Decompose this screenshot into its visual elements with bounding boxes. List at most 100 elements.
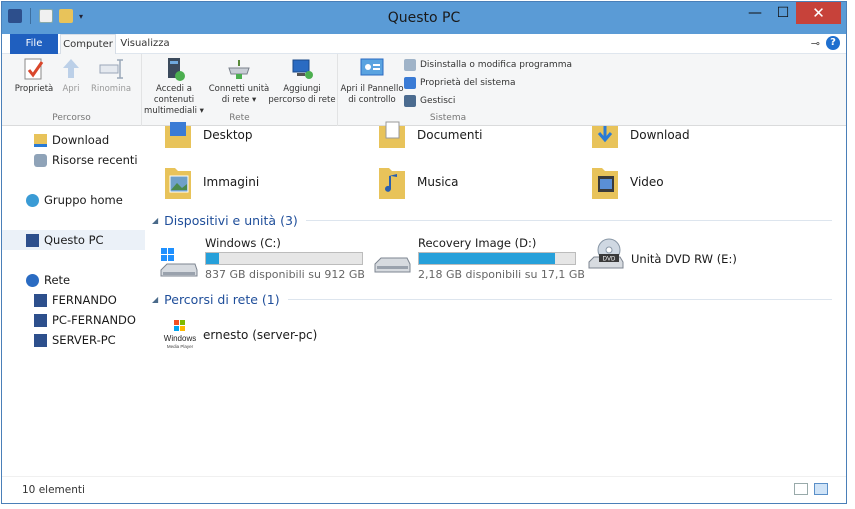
windows-media-player-icon: Windows Media Player — [163, 318, 197, 352]
group-rete: Accedi a contenuti multimediali ▾ Connet… — [142, 54, 338, 126]
svg-text:Windows: Windows — [164, 334, 196, 343]
section-divider — [305, 220, 832, 221]
nav-item-recent[interactable]: Risorse recenti — [2, 150, 145, 170]
nav-item-server-pc[interactable]: SERVER-PC — [2, 330, 145, 350]
section-devices[interactable]: ◢ Dispositivi e unità (3) — [152, 213, 832, 228]
download-folder-icon — [590, 120, 620, 150]
group-sistema: Apri il Pannello di controllo Disinstall… — [338, 54, 572, 126]
drive-c-name: Windows (C:) — [205, 236, 281, 250]
close-button[interactable]: ✕ — [796, 2, 841, 24]
desktop-folder-icon — [163, 120, 193, 150]
folder-videos[interactable]: Video — [590, 162, 664, 202]
drive-c-usage-bar — [205, 252, 363, 265]
tab-computer[interactable]: Computer — [60, 34, 116, 55]
network-drive-icon — [226, 56, 252, 80]
uninstall-program-button[interactable]: Disinstalla o modifica programma — [404, 56, 572, 74]
drive-icon — [373, 250, 411, 274]
nav-item-network[interactable]: Rete — [2, 270, 145, 290]
drive-e[interactable]: DVD Unità DVD RW (E:) — [587, 238, 787, 278]
computer-icon — [34, 293, 47, 307]
drive-d[interactable]: Recovery Image (D:) 2,18 GB disponibili … — [373, 236, 585, 284]
control-panel-button[interactable]: Apri il Pannello di controllo — [340, 56, 404, 106]
folder-documents[interactable]: Documenti — [377, 120, 483, 150]
windows-drive-icon — [159, 248, 198, 277]
nav-item-fernando[interactable]: FERNANDO — [2, 290, 145, 310]
network-icon — [26, 273, 39, 287]
ribbon-tabs: File Computer Visualizza ⊸ ? — [2, 34, 846, 55]
media-server-icon — [161, 56, 187, 81]
computer-icon — [34, 313, 47, 327]
help-icon[interactable]: ? — [826, 36, 840, 50]
explorer-window: ▾ Questo PC — ☐ ✕ File Computer Visualiz… — [1, 1, 847, 504]
drive-d-usage-bar — [418, 252, 576, 265]
drive-c[interactable]: Windows (C:) 837 GB disponibili su 912 G… — [159, 236, 369, 284]
status-bar: 10 elementi — [2, 476, 846, 503]
drive-d-name: Recovery Image (D:) — [418, 236, 537, 250]
ribbon-toggle-icon[interactable]: ⊸ — [811, 37, 820, 50]
uninstall-icon — [404, 59, 416, 71]
music-folder-icon — [377, 162, 407, 202]
media-access-button[interactable]: Accedi a contenuti multimediali ▾ — [136, 56, 212, 117]
network-location-ernesto[interactable]: Windows Media Player ernesto (server-pc) — [163, 318, 317, 352]
ribbon: Proprietà Apri Rinomina Percorso Accedi … — [2, 54, 846, 126]
tab-view[interactable]: Visualizza — [120, 34, 170, 54]
item-count: 10 elementi — [22, 484, 85, 496]
group-percorso: Proprietà Apri Rinomina Percorso — [2, 54, 142, 126]
recent-places-icon — [34, 153, 47, 167]
tiles-view-icon[interactable] — [814, 483, 828, 495]
folder-pictures[interactable]: Immagini — [163, 162, 259, 202]
documents-folder-icon — [377, 120, 407, 150]
homegroup-icon — [26, 193, 39, 207]
view-switcher — [794, 483, 828, 495]
content-pane: Desktop Documenti Download Immagini Musi… — [147, 121, 846, 472]
drive-c-usage-fill — [206, 253, 219, 264]
manage-icon — [404, 95, 416, 107]
rename-icon — [98, 56, 124, 80]
add-network-location-icon — [289, 56, 315, 80]
chevron-up-icon[interactable]: ◢ — [152, 295, 158, 304]
manage-button[interactable]: Gestisci — [404, 92, 572, 110]
computer-icon — [26, 233, 39, 247]
sistema-small-buttons: Disinstalla o modifica programma Proprie… — [404, 56, 572, 110]
map-network-drive-button[interactable]: Connetti unità di rete ▾ — [208, 56, 270, 106]
maximize-button[interactable]: ☐ — [772, 2, 794, 24]
rename-button[interactable]: Rinomina — [88, 56, 134, 95]
details-view-icon[interactable] — [794, 483, 808, 495]
drive-d-free-space: 2,18 GB disponibili su 17,1 GB — [418, 268, 585, 281]
group-label-percorso: Percorso — [52, 113, 91, 123]
dvd-drive-icon: DVD — [587, 238, 624, 274]
nav-item-pc-fernando[interactable]: PC-FERNANDO — [2, 310, 145, 330]
section-network-locations[interactable]: ◢ Percorsi di rete (1) — [152, 292, 832, 307]
chevron-up-icon[interactable]: ◢ — [152, 216, 158, 225]
nav-item-download[interactable]: Download — [2, 130, 145, 150]
svg-text:Media Player: Media Player — [167, 344, 194, 349]
system-properties-button[interactable]: Proprietà del sistema — [404, 74, 572, 92]
nav-item-this-pc[interactable]: Questo PC — [2, 230, 145, 250]
section-divider — [287, 299, 832, 300]
svg-text:DVD: DVD — [603, 257, 616, 263]
open-button[interactable]: Apri — [56, 56, 86, 95]
videos-folder-icon — [590, 162, 620, 202]
properties-button[interactable]: Proprietà — [12, 56, 56, 95]
drive-e-name: Unità DVD RW (E:) — [631, 252, 737, 266]
folder-desktop[interactable]: Desktop — [163, 120, 253, 150]
drive-c-free-space: 837 GB disponibili su 912 GB — [205, 268, 365, 281]
open-icon — [58, 56, 84, 80]
pictures-folder-icon — [163, 162, 193, 202]
computer-icon — [34, 333, 47, 347]
control-panel-icon — [359, 56, 385, 80]
folder-music[interactable]: Musica — [377, 162, 459, 202]
drive-d-usage-fill — [419, 253, 556, 264]
nav-item-homegroup[interactable]: Gruppo home — [2, 190, 145, 210]
navigation-pane: Download Risorse recenti Gruppo home Que… — [2, 126, 145, 472]
ribbon-right-controls: ⊸ ? — [811, 36, 840, 50]
tab-file[interactable]: File — [10, 34, 58, 54]
folder-download[interactable]: Download — [590, 120, 690, 150]
window-title: Questo PC — [387, 10, 461, 26]
download-folder-icon — [34, 133, 47, 147]
minimize-button[interactable]: — — [744, 2, 766, 24]
system-properties-icon — [404, 77, 416, 89]
add-network-location-button[interactable]: Aggiungi percorso di rete — [266, 56, 338, 106]
title-bar: ▾ Questo PC — ☐ ✕ — [2, 2, 846, 34]
properties-icon — [21, 56, 47, 80]
